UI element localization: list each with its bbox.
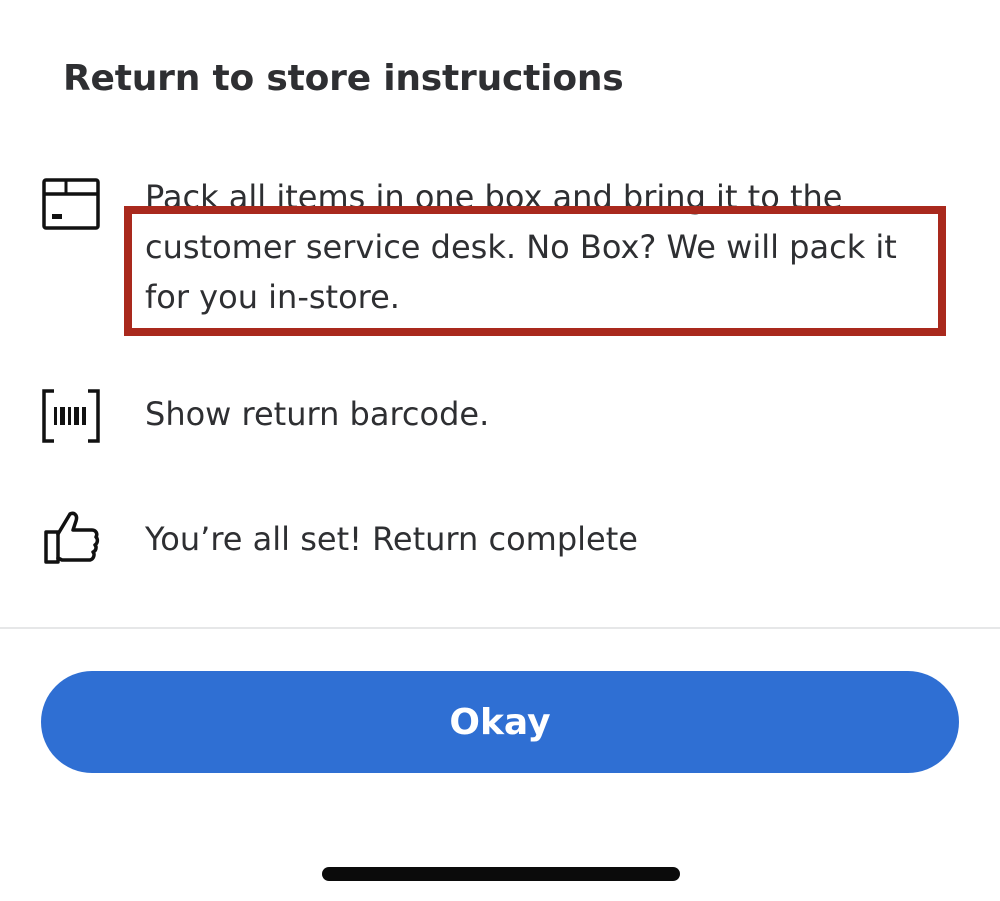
footer-divider [0, 627, 1000, 629]
sheet-title: Return to store instructions [63, 58, 624, 99]
step-pack-items-text: Pack all items in one box and bring it t… [145, 178, 897, 316]
box-icon [42, 178, 100, 230]
thumbs-up-icon [44, 511, 100, 564]
step-all-set: You’re all set! Return complete [0, 506, 1000, 570]
step-show-barcode: Show return barcode. [0, 385, 1000, 445]
step-all-set-text: You’re all set! Return complete [145, 520, 638, 558]
step-show-barcode-text: Show return barcode. [145, 395, 490, 433]
step-pack-items: Pack all items in one box and bring it t… [0, 170, 1000, 330]
barcode-scan-icon [42, 389, 100, 443]
return-instructions-sheet: Return to store instructions Pack all it… [0, 0, 1000, 901]
okay-button[interactable]: Okay [41, 671, 959, 773]
home-indicator[interactable] [322, 867, 680, 881]
